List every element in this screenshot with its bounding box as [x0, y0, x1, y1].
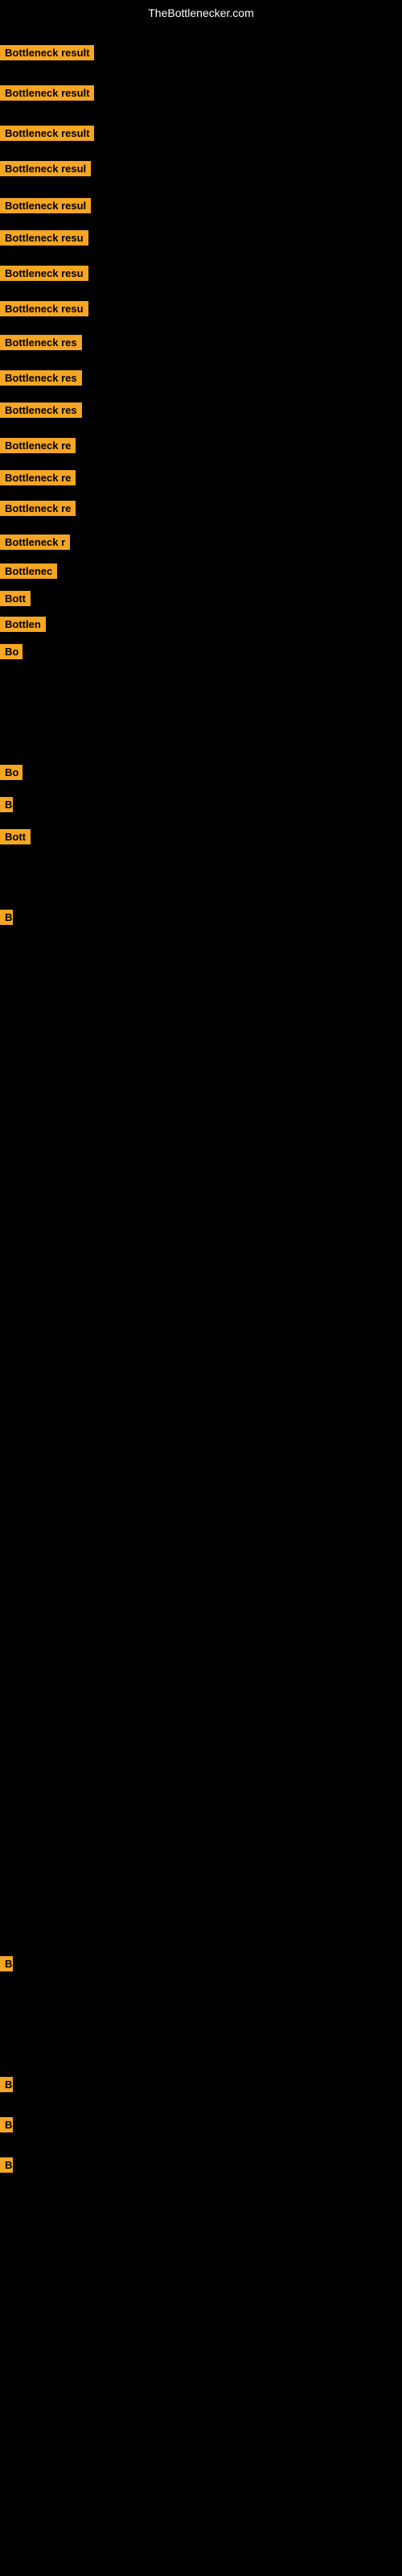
- bottleneck-result-label: Bottleneck resu: [0, 230, 88, 246]
- bottleneck-result-label: B: [0, 2157, 13, 2173]
- bottleneck-result-label: B: [0, 2077, 13, 2092]
- bottleneck-result-label: Bottleneck resul: [0, 198, 91, 213]
- bottleneck-result-label: Bottleneck res: [0, 402, 82, 418]
- bottleneck-result-label: B: [0, 797, 13, 812]
- bottleneck-result-label: Bottleneck result: [0, 45, 94, 60]
- bottleneck-result-label: Bottleneck res: [0, 370, 82, 386]
- bottleneck-result-label: Bott: [0, 591, 31, 606]
- bottleneck-result-label: Bottlen: [0, 617, 46, 632]
- bottleneck-result-label: Bo: [0, 765, 23, 780]
- bottleneck-result-label: B: [0, 2117, 13, 2132]
- site-title: TheBottlenecker.com: [0, 0, 402, 26]
- bottleneck-result-label: Bottleneck result: [0, 85, 94, 101]
- bottleneck-result-label: Bo: [0, 644, 23, 659]
- bottleneck-result-label: Bottleneck re: [0, 438, 76, 453]
- bottleneck-result-label: Bottleneck re: [0, 470, 76, 485]
- bottleneck-result-label: Bottleneck resul: [0, 161, 91, 176]
- bottleneck-result-label: Bottleneck resu: [0, 266, 88, 281]
- bottleneck-result-label: Bottleneck r: [0, 535, 70, 550]
- bottleneck-result-label: Bottleneck result: [0, 126, 94, 141]
- bottleneck-result-label: B: [0, 1956, 13, 1971]
- bottleneck-result-label: Bottleneck re: [0, 501, 76, 516]
- bottleneck-result-label: Bottleneck resu: [0, 301, 88, 316]
- bottleneck-result-label: B: [0, 910, 13, 925]
- bottleneck-result-label: Bott: [0, 829, 31, 844]
- bottleneck-result-label: Bottleneck res: [0, 335, 82, 350]
- bottleneck-result-label: Bottlenec: [0, 564, 57, 579]
